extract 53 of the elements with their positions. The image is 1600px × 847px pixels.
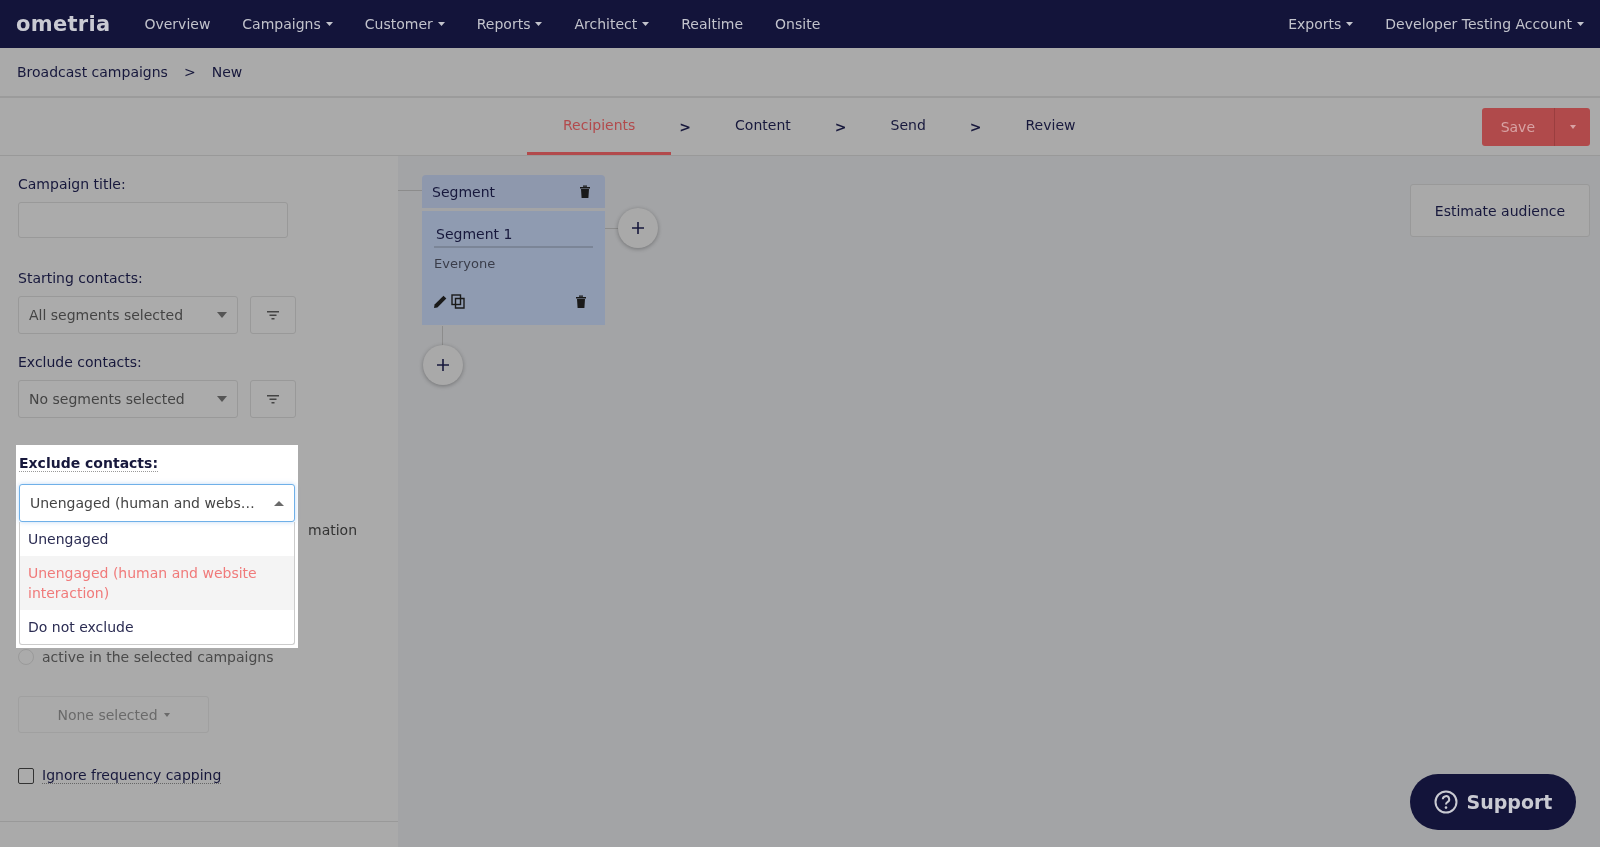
dropdown-option[interactable]: Do not exclude	[20, 610, 294, 644]
logo[interactable]: ometria	[16, 12, 111, 36]
nav-menu-item[interactable]: Onsite	[775, 16, 821, 32]
radio-button[interactable]	[18, 649, 34, 665]
step-tab[interactable]: Send	[854, 98, 962, 155]
help-icon	[1433, 790, 1458, 814]
checkbox-label: Ignore frequency capping	[42, 767, 222, 784]
plus-icon	[632, 222, 644, 234]
step-tab[interactable]: Content	[699, 98, 827, 155]
nav-menu-item[interactable]: Realtime	[681, 16, 744, 32]
field-label: Exclude contacts:	[18, 354, 143, 370]
filter-icon	[267, 394, 279, 404]
dropdown-option[interactable]: Unengaged	[20, 522, 294, 556]
step-separator: >	[678, 117, 693, 137]
nav-menu-item[interactable]: Campaigns	[242, 16, 333, 32]
plus-icon	[437, 359, 449, 371]
field-label: Exclude contacts:	[19, 455, 158, 472]
exclude-select[interactable]: Unengaged (human and webs…	[19, 484, 295, 522]
filter-icon	[267, 310, 279, 320]
estimate-audience-button[interactable]: Estimate audience	[1410, 184, 1590, 237]
add-node-button[interactable]	[618, 208, 658, 248]
field-label: Campaign title:	[18, 176, 127, 192]
support-button[interactable]: Support	[1410, 774, 1576, 830]
filter-button[interactable]	[250, 380, 296, 418]
nav-menu-item[interactable]: Architect	[574, 16, 650, 32]
step-separator: >	[968, 117, 983, 137]
step-tab[interactable]: Review	[989, 98, 1112, 155]
nav-menu-item[interactable]: Developer Testing Account	[1385, 16, 1584, 32]
segment-select[interactable]: No segments selected	[18, 380, 238, 418]
nav-menu-item[interactable]: Exports	[1288, 16, 1354, 32]
pencil-icon	[434, 295, 447, 308]
copy-icon	[451, 294, 465, 309]
segment-name: Segment 1	[434, 211, 593, 248]
segment-select[interactable]: All segments selected	[18, 296, 238, 334]
breadcrumb-link[interactable]: Broadcast campaigns	[17, 64, 168, 80]
step-separator: >	[833, 117, 848, 137]
segment-description: Everyone	[434, 256, 497, 271]
breadcrumb-separator: >	[183, 64, 196, 80]
nav-menu-item[interactable]: Reports	[476, 16, 543, 32]
node-title: Segment	[432, 183, 495, 200]
option-text: mation	[308, 522, 358, 538]
trash-icon	[575, 294, 587, 309]
segment-node[interactable]: Segment 1 Everyone	[422, 211, 605, 325]
radio-label: active in the selected campaigns	[42, 649, 274, 665]
field-label: Starting contacts:	[18, 270, 144, 286]
nav-menu-item[interactable]: Customer	[364, 16, 445, 32]
filter-button[interactable]	[250, 296, 296, 334]
nav-menu-item[interactable]: Overview	[144, 16, 211, 32]
save-options-button[interactable]	[1554, 108, 1590, 146]
breadcrumb-link[interactable]: New	[211, 64, 243, 80]
add-node-button[interactable]	[423, 345, 463, 385]
trash-icon	[579, 184, 591, 199]
checkbox[interactable]	[18, 767, 34, 784]
